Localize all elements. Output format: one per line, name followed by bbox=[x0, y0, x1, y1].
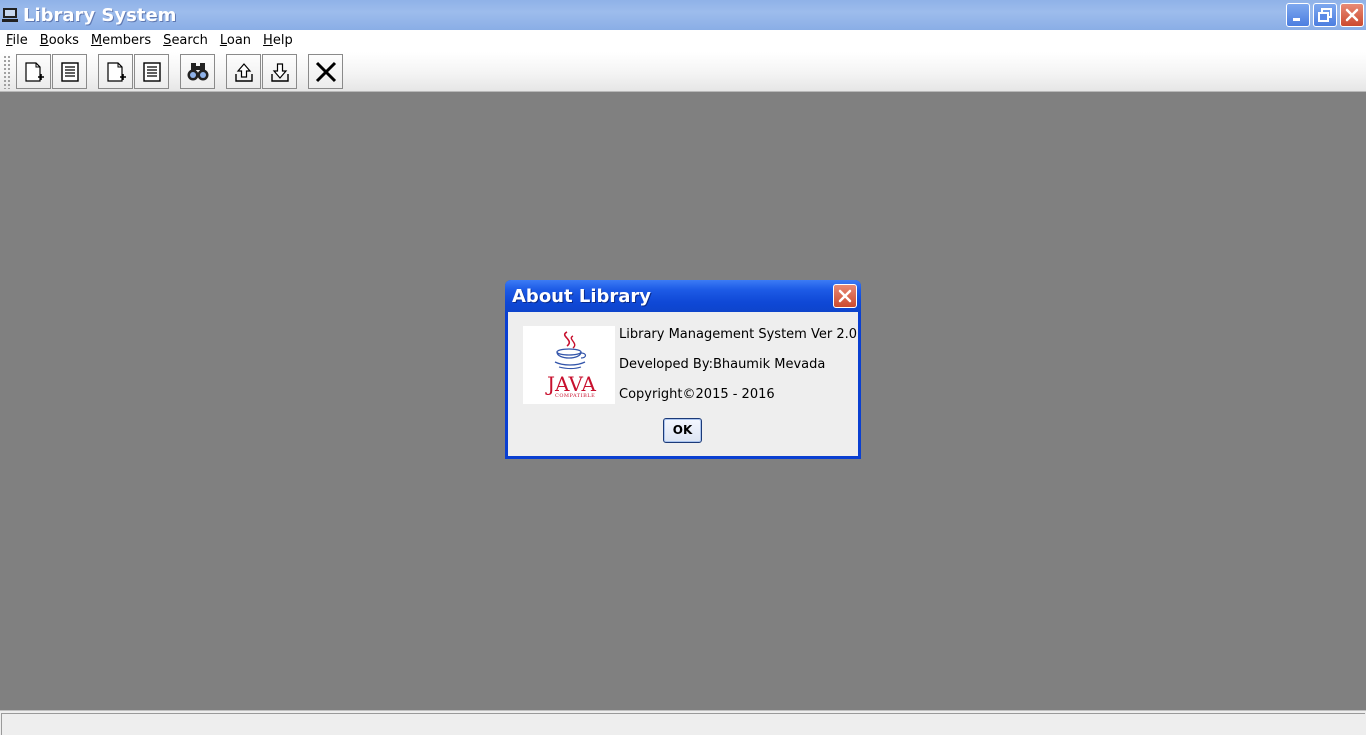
upload-icon bbox=[234, 62, 253, 82]
menu-bar: File Books Members Search Loan Help bbox=[0, 30, 1366, 52]
ok-button[interactable]: OK bbox=[663, 418, 702, 443]
new-document-icon bbox=[106, 61, 126, 82]
window-title: Library System bbox=[23, 4, 177, 26]
menu-members[interactable]: Members bbox=[85, 30, 157, 52]
list-members-button[interactable] bbox=[134, 54, 169, 89]
restore-button[interactable] bbox=[1313, 3, 1337, 27]
restore-icon bbox=[1318, 8, 1332, 22]
minimize-button[interactable] bbox=[1286, 3, 1310, 27]
search-button[interactable] bbox=[180, 54, 215, 89]
issue-book-button[interactable] bbox=[226, 54, 261, 89]
version-text: Library Management System Ver 2.0 bbox=[619, 327, 857, 342]
close-icon bbox=[838, 289, 852, 303]
toolbar-grip[interactable] bbox=[3, 55, 11, 89]
dialog-title-bar[interactable]: About Library bbox=[505, 280, 861, 312]
menu-help[interactable]: Help bbox=[257, 30, 299, 52]
status-panel bbox=[1, 713, 1365, 735]
minimize-icon bbox=[1293, 18, 1300, 21]
toolbar bbox=[0, 52, 1366, 92]
copyright-text: Copyright©2015 - 2016 bbox=[619, 387, 775, 402]
add-member-button[interactable] bbox=[98, 54, 133, 89]
menu-search[interactable]: Search bbox=[157, 30, 214, 52]
status-bar bbox=[0, 710, 1366, 735]
java-logo: JAVA COMPATIBLE bbox=[523, 326, 615, 404]
download-icon bbox=[270, 62, 289, 82]
list-document-icon bbox=[142, 61, 161, 82]
new-document-icon bbox=[24, 61, 44, 82]
window-title-bar[interactable]: Library System bbox=[0, 0, 1366, 30]
computer-icon bbox=[2, 7, 18, 23]
list-books-button[interactable] bbox=[52, 54, 87, 89]
developer-text: Developed By:Bhaumik Mevada bbox=[619, 357, 826, 372]
java-logo-subtext: COMPATIBLE bbox=[555, 393, 596, 399]
menu-books[interactable]: Books bbox=[34, 30, 85, 52]
menu-loan[interactable]: Loan bbox=[214, 30, 257, 52]
menu-file[interactable]: File bbox=[0, 30, 34, 52]
close-button[interactable] bbox=[1340, 3, 1364, 27]
binoculars-icon bbox=[187, 62, 208, 80]
add-book-button[interactable] bbox=[16, 54, 51, 89]
close-x-icon bbox=[315, 61, 336, 82]
close-icon bbox=[1345, 8, 1359, 22]
about-dialog: About Library JAVA COMPATIBLE Library Ma… bbox=[505, 280, 861, 459]
dialog-title: About Library bbox=[512, 286, 652, 307]
dialog-close-button[interactable] bbox=[833, 284, 857, 308]
coffee-cup-icon bbox=[554, 331, 587, 370]
dialog-body: JAVA COMPATIBLE Library Management Syste… bbox=[508, 312, 858, 456]
exit-button[interactable] bbox=[308, 54, 343, 89]
return-book-button[interactable] bbox=[262, 54, 297, 89]
list-document-icon bbox=[60, 61, 79, 82]
